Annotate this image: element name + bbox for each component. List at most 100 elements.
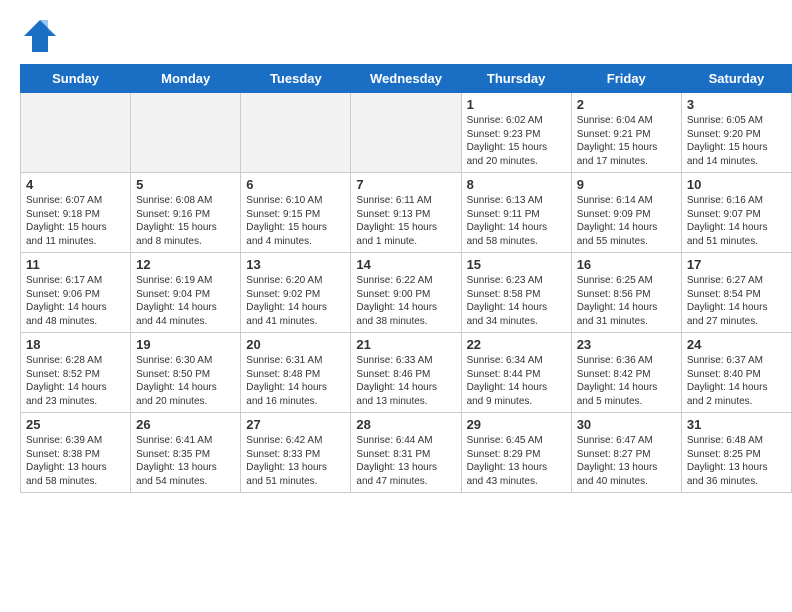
cal-cell: 22Sunrise: 6:34 AMSunset: 8:44 PMDayligh… (461, 333, 571, 413)
day-header-wednesday: Wednesday (351, 65, 461, 93)
cal-cell: 7Sunrise: 6:11 AMSunset: 9:13 PMDaylight… (351, 173, 461, 253)
day-number: 16 (577, 257, 676, 272)
daylight-text: Daylight: 15 hours (577, 141, 676, 155)
daylight-text: Daylight: 14 hours (577, 301, 676, 315)
sunset-text: Sunset: 9:13 PM (356, 208, 455, 222)
week-row-2: 4Sunrise: 6:07 AMSunset: 9:18 PMDaylight… (21, 173, 792, 253)
day-number: 22 (467, 337, 566, 352)
sunrise-text: Sunrise: 6:30 AM (136, 354, 235, 368)
sunrise-text: Sunrise: 6:05 AM (687, 114, 786, 128)
day-number: 28 (356, 417, 455, 432)
cal-cell: 10Sunrise: 6:16 AMSunset: 9:07 PMDayligh… (681, 173, 791, 253)
daylight-text: and 58 minutes. (467, 235, 566, 249)
week-row-3: 11Sunrise: 6:17 AMSunset: 9:06 PMDayligh… (21, 253, 792, 333)
week-row-4: 18Sunrise: 6:28 AMSunset: 8:52 PMDayligh… (21, 333, 792, 413)
daylight-text: Daylight: 15 hours (467, 141, 566, 155)
sunset-text: Sunset: 8:46 PM (356, 368, 455, 382)
sunset-text: Sunset: 8:38 PM (26, 448, 125, 462)
daylight-text: and 2 minutes. (687, 395, 786, 409)
sunset-text: Sunset: 8:48 PM (246, 368, 345, 382)
daylight-text: and 20 minutes. (136, 395, 235, 409)
daylight-text: Daylight: 14 hours (136, 381, 235, 395)
cal-cell: 5Sunrise: 6:08 AMSunset: 9:16 PMDaylight… (131, 173, 241, 253)
week-row-5: 25Sunrise: 6:39 AMSunset: 8:38 PMDayligh… (21, 413, 792, 493)
sunrise-text: Sunrise: 6:22 AM (356, 274, 455, 288)
cal-cell: 8Sunrise: 6:13 AMSunset: 9:11 PMDaylight… (461, 173, 571, 253)
sunrise-text: Sunrise: 6:36 AM (577, 354, 676, 368)
sunrise-text: Sunrise: 6:28 AM (26, 354, 125, 368)
cal-cell: 20Sunrise: 6:31 AMSunset: 8:48 PMDayligh… (241, 333, 351, 413)
day-number: 8 (467, 177, 566, 192)
daylight-text: Daylight: 14 hours (467, 221, 566, 235)
daylight-text: Daylight: 14 hours (687, 301, 786, 315)
cal-cell: 23Sunrise: 6:36 AMSunset: 8:42 PMDayligh… (571, 333, 681, 413)
daylight-text: Daylight: 13 hours (356, 461, 455, 475)
daylight-text: and 20 minutes. (467, 155, 566, 169)
day-number: 5 (136, 177, 235, 192)
daylight-text: and 17 minutes. (577, 155, 676, 169)
day-number: 6 (246, 177, 345, 192)
cal-cell: 30Sunrise: 6:47 AMSunset: 8:27 PMDayligh… (571, 413, 681, 493)
sunrise-text: Sunrise: 6:11 AM (356, 194, 455, 208)
daylight-text: Daylight: 13 hours (246, 461, 345, 475)
sunrise-text: Sunrise: 6:07 AM (26, 194, 125, 208)
sunrise-text: Sunrise: 6:02 AM (467, 114, 566, 128)
cal-cell: 31Sunrise: 6:48 AMSunset: 8:25 PMDayligh… (681, 413, 791, 493)
day-number: 9 (577, 177, 676, 192)
daylight-text: Daylight: 14 hours (687, 381, 786, 395)
day-number: 31 (687, 417, 786, 432)
daylight-text: and 4 minutes. (246, 235, 345, 249)
sunset-text: Sunset: 8:31 PM (356, 448, 455, 462)
sunrise-text: Sunrise: 6:47 AM (577, 434, 676, 448)
daylight-text: and 36 minutes. (687, 475, 786, 489)
day-header-friday: Friday (571, 65, 681, 93)
day-number: 7 (356, 177, 455, 192)
sunset-text: Sunset: 9:02 PM (246, 288, 345, 302)
day-number: 17 (687, 257, 786, 272)
sunrise-text: Sunrise: 6:14 AM (577, 194, 676, 208)
cal-cell: 4Sunrise: 6:07 AMSunset: 9:18 PMDaylight… (21, 173, 131, 253)
daylight-text: Daylight: 14 hours (246, 301, 345, 315)
cal-cell: 13Sunrise: 6:20 AMSunset: 9:02 PMDayligh… (241, 253, 351, 333)
sunset-text: Sunset: 8:54 PM (687, 288, 786, 302)
sunset-text: Sunset: 8:52 PM (26, 368, 125, 382)
sunset-text: Sunset: 9:20 PM (687, 128, 786, 142)
sunrise-text: Sunrise: 6:44 AM (356, 434, 455, 448)
cal-cell: 19Sunrise: 6:30 AMSunset: 8:50 PMDayligh… (131, 333, 241, 413)
cal-cell: 25Sunrise: 6:39 AMSunset: 8:38 PMDayligh… (21, 413, 131, 493)
sunrise-text: Sunrise: 6:42 AM (246, 434, 345, 448)
day-number: 10 (687, 177, 786, 192)
day-number: 21 (356, 337, 455, 352)
sunset-text: Sunset: 9:23 PM (467, 128, 566, 142)
daylight-text: and 9 minutes. (467, 395, 566, 409)
sunset-text: Sunset: 8:56 PM (577, 288, 676, 302)
day-header-thursday: Thursday (461, 65, 571, 93)
week-row-1: 1Sunrise: 6:02 AMSunset: 9:23 PMDaylight… (21, 93, 792, 173)
daylight-text: Daylight: 14 hours (26, 381, 125, 395)
sunrise-text: Sunrise: 6:23 AM (467, 274, 566, 288)
sunrise-text: Sunrise: 6:41 AM (136, 434, 235, 448)
cal-cell: 27Sunrise: 6:42 AMSunset: 8:33 PMDayligh… (241, 413, 351, 493)
cal-cell: 11Sunrise: 6:17 AMSunset: 9:06 PMDayligh… (21, 253, 131, 333)
sunrise-text: Sunrise: 6:13 AM (467, 194, 566, 208)
daylight-text: Daylight: 15 hours (246, 221, 345, 235)
day-number: 2 (577, 97, 676, 112)
daylight-text: and 44 minutes. (136, 315, 235, 329)
cal-cell: 17Sunrise: 6:27 AMSunset: 8:54 PMDayligh… (681, 253, 791, 333)
daylight-text: and 40 minutes. (577, 475, 676, 489)
cal-cell: 15Sunrise: 6:23 AMSunset: 8:58 PMDayligh… (461, 253, 571, 333)
cal-cell (241, 93, 351, 173)
daylight-text: Daylight: 13 hours (467, 461, 566, 475)
sunset-text: Sunset: 9:06 PM (26, 288, 125, 302)
cal-cell: 29Sunrise: 6:45 AMSunset: 8:29 PMDayligh… (461, 413, 571, 493)
day-number: 24 (687, 337, 786, 352)
daylight-text: Daylight: 14 hours (356, 301, 455, 315)
day-number: 15 (467, 257, 566, 272)
day-number: 20 (246, 337, 345, 352)
daylight-text: and 47 minutes. (356, 475, 455, 489)
cal-cell (21, 93, 131, 173)
sunrise-text: Sunrise: 6:20 AM (246, 274, 345, 288)
sunset-text: Sunset: 9:07 PM (687, 208, 786, 222)
day-number: 12 (136, 257, 235, 272)
daylight-text: and 38 minutes. (356, 315, 455, 329)
